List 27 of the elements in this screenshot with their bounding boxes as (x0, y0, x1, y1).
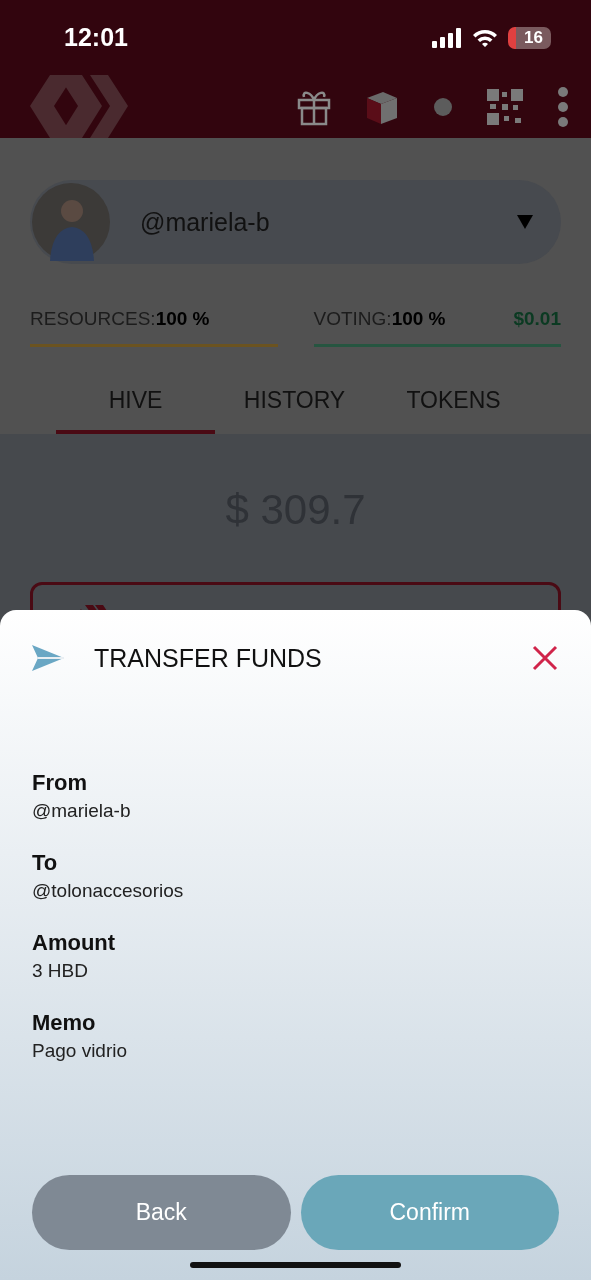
signal-icon (432, 27, 463, 48)
field-label: Memo (32, 1010, 97, 1036)
field-value: @mariela-b (32, 800, 132, 822)
qr-code-icon[interactable] (487, 88, 523, 125)
vote-value: $0.01 (513, 308, 561, 330)
account-selector[interactable]: @mariela-b (30, 180, 561, 264)
tab[interactable]: HIVE (56, 373, 215, 434)
sheet-title: TRANSFER FUNDS (94, 643, 322, 673)
confirm-button[interactable]: Confirm (300, 1175, 559, 1250)
status-dot-icon (433, 96, 453, 117)
dropdown-caret-icon (517, 215, 533, 229)
field-label: Amount (32, 930, 117, 956)
back-button[interactable]: Back (32, 1175, 291, 1250)
field-label: To (32, 850, 59, 876)
field-label: From (32, 770, 88, 796)
wifi-icon (472, 27, 499, 48)
send-icon (32, 645, 64, 671)
account-name: @mariela-b (140, 207, 270, 237)
tab[interactable]: HISTORY (215, 373, 374, 434)
more-menu-icon[interactable] (557, 86, 569, 127)
tab[interactable]: TOKENS (374, 373, 533, 434)
close-button[interactable] (531, 644, 559, 672)
battery-level: 16 (508, 26, 551, 49)
field-value: @tolonaccesorios (32, 880, 185, 902)
field-value: 3 HBD (32, 960, 89, 982)
field-value: Pago vidrio (32, 1040, 129, 1062)
status-time: 12:01 (64, 23, 128, 52)
